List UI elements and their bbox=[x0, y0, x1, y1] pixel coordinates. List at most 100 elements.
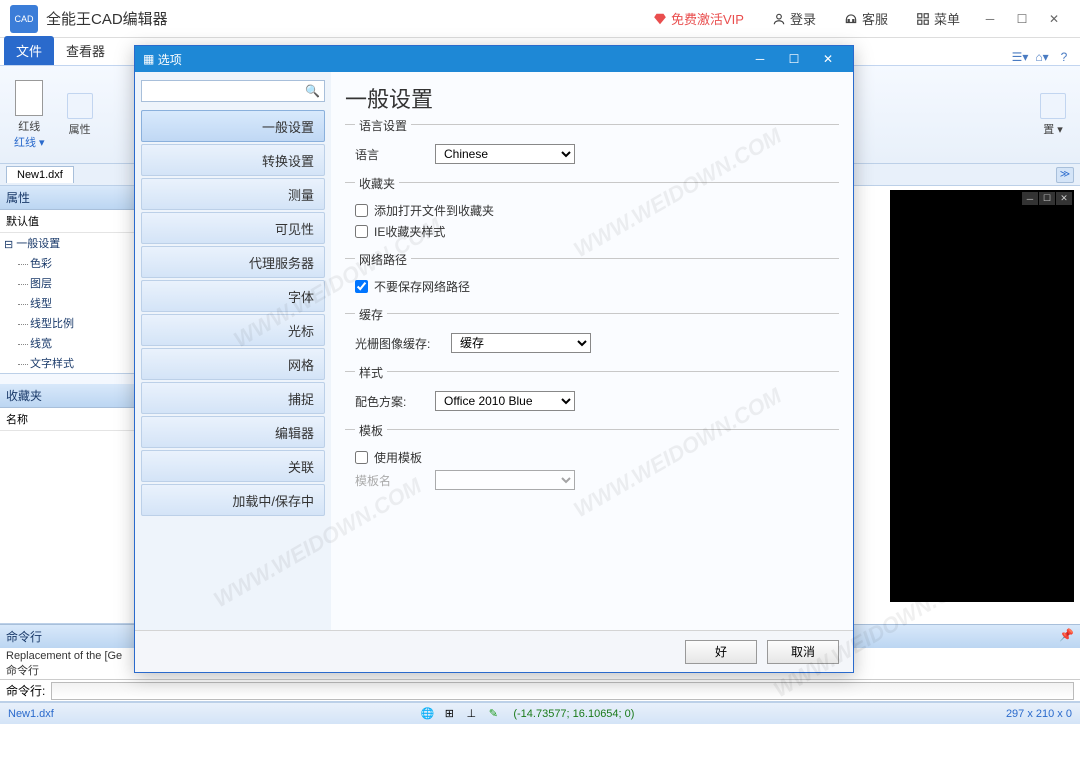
ribbon-group-far[interactable]: 置 ▾ bbox=[1032, 70, 1074, 159]
prop-default[interactable]: 默认值 bbox=[0, 210, 139, 233]
status-bar: New1.dxf 🌐 ⊞ ⊥ ✎ (-14.73577; 16.10654; 0… bbox=[0, 702, 1080, 724]
use-template-checkbox[interactable] bbox=[355, 451, 368, 464]
fieldset-template: 模板 使用模板 模板名 bbox=[345, 429, 839, 504]
nav-general[interactable]: 一般设置 bbox=[141, 110, 325, 142]
colorscheme-select[interactable]: Office 2010 Blue bbox=[435, 391, 575, 411]
commandline-input-row: 命令行: bbox=[0, 680, 1080, 702]
dialog-maximize-button[interactable]: ☐ bbox=[777, 49, 811, 69]
dialog-footer: 好 取消 bbox=[135, 630, 853, 672]
nav-proxy[interactable]: 代理服务器 bbox=[141, 246, 325, 278]
app-logo: CAD bbox=[10, 5, 38, 33]
app-title: 全能王CAD编辑器 bbox=[46, 8, 639, 29]
add-to-favorites-checkbox[interactable] bbox=[355, 204, 368, 217]
commandline-prompt: 命令行: bbox=[6, 682, 45, 699]
nav-loadsave[interactable]: 加载中/保存中 bbox=[141, 484, 325, 516]
document-tab[interactable]: New1.dxf bbox=[6, 166, 74, 183]
close-button[interactable]: ✕ bbox=[1038, 7, 1070, 31]
login-link[interactable]: 登录 bbox=[772, 9, 816, 28]
ribbon-tab-file[interactable]: 文件 bbox=[4, 36, 54, 65]
diamond-icon bbox=[653, 12, 667, 26]
dialog-minimize-button[interactable]: ─ bbox=[743, 49, 777, 69]
status-snap-icon[interactable]: ✎ bbox=[485, 706, 501, 722]
status-ortho-icon[interactable]: ⊥ bbox=[463, 706, 479, 722]
nosave-netpath-checkbox[interactable] bbox=[355, 280, 368, 293]
template-name-label: 模板名 bbox=[355, 472, 435, 489]
status-coords: (-14.73577; 16.10654; 0) bbox=[507, 708, 640, 720]
status-dimensions: 297 x 210 x 0 bbox=[998, 708, 1080, 720]
nav-convert[interactable]: 转换设置 bbox=[141, 144, 325, 176]
menu-link[interactable]: 菜单 bbox=[916, 9, 960, 28]
template-name-select bbox=[435, 470, 575, 490]
favorites-column: 名称 bbox=[0, 408, 139, 431]
fieldset-language: 语言设置 语言 Chinese bbox=[345, 124, 839, 178]
fieldset-cache: 缓存 光栅图像缓存: 缓存 bbox=[345, 313, 839, 367]
search-icon[interactable]: 🔍 bbox=[305, 84, 320, 98]
language-select[interactable]: Chinese bbox=[435, 144, 575, 164]
minimize-button[interactable]: ─ bbox=[974, 7, 1006, 31]
nav-font[interactable]: 字体 bbox=[141, 280, 325, 312]
headset-icon bbox=[844, 12, 858, 26]
options-dialog: ▦ 选项 ─ ☐ ✕ 🔍 一般设置 转换设置 测量 可见性 代理服务器 字体 光… bbox=[134, 45, 854, 673]
nav-assoc[interactable]: 关联 bbox=[141, 450, 325, 482]
dialog-icon: ▦ bbox=[143, 52, 154, 66]
cache-select[interactable]: 缓存 bbox=[451, 333, 591, 353]
grid-icon bbox=[916, 12, 930, 26]
tree-root[interactable]: 一般设置 bbox=[0, 233, 139, 253]
fieldset-favorites: 收藏夹 添加打开文件到收藏夹 IE收藏夹样式 bbox=[345, 182, 839, 254]
tree-item[interactable]: 色彩 bbox=[0, 253, 139, 273]
help-icon[interactable]: ? bbox=[1056, 49, 1072, 65]
tree-item[interactable]: 线型 bbox=[0, 293, 139, 313]
pin-icon[interactable]: 📌 bbox=[1059, 628, 1074, 645]
nav-snap[interactable]: 捕捉 bbox=[141, 382, 325, 414]
colorscheme-label: 配色方案: bbox=[355, 393, 435, 410]
home-icon[interactable]: ⌂▾ bbox=[1034, 49, 1050, 65]
nav-measure[interactable]: 测量 bbox=[141, 178, 325, 210]
tree-item[interactable]: 文字样式 bbox=[0, 353, 139, 373]
activate-vip-link[interactable]: 免费激活VIP bbox=[653, 9, 744, 28]
nav-cursor[interactable]: 光标 bbox=[141, 314, 325, 346]
user-icon bbox=[772, 12, 786, 26]
ribbon-tab-viewer[interactable]: 查看器 bbox=[54, 36, 117, 65]
viewport-max-button[interactable]: ☐ bbox=[1039, 192, 1055, 205]
nav-visibility[interactable]: 可见性 bbox=[141, 212, 325, 244]
ribbon-group-redline[interactable]: 红线 红线 ▾ bbox=[6, 70, 53, 159]
tree-item[interactable]: 图层 bbox=[0, 273, 139, 293]
ok-button[interactable]: 好 bbox=[685, 640, 757, 664]
layer-dropdown-icon[interactable]: ☰▾ bbox=[1012, 49, 1028, 65]
dialog-heading: 一般设置 bbox=[345, 82, 839, 114]
gear-icon bbox=[1040, 93, 1066, 119]
document-icon bbox=[15, 80, 43, 116]
fieldset-style: 样式 配色方案: Office 2010 Blue bbox=[345, 371, 839, 425]
left-panels: 属性 默认值 一般设置 色彩 图层 线型 线型比例 线宽 文字样式 收藏夹 名称 bbox=[0, 186, 140, 624]
viewport-close-button[interactable]: ✕ bbox=[1056, 192, 1072, 205]
viewport-min-button[interactable]: ─ bbox=[1022, 192, 1038, 205]
dialog-close-button[interactable]: ✕ bbox=[811, 49, 845, 69]
dialog-title: 选项 bbox=[158, 51, 743, 68]
drawing-viewport[interactable]: ─ ☐ ✕ bbox=[890, 190, 1074, 602]
support-link[interactable]: 客服 bbox=[844, 9, 888, 28]
ie-favorites-checkbox[interactable] bbox=[355, 225, 368, 238]
rollup-button[interactable]: ≫ bbox=[1056, 167, 1074, 183]
cache-label: 光栅图像缓存: bbox=[355, 335, 451, 352]
tree-item[interactable]: 线宽 bbox=[0, 333, 139, 353]
dialog-search-input[interactable] bbox=[146, 85, 305, 97]
status-globe-icon[interactable]: 🌐 bbox=[419, 706, 435, 722]
maximize-button[interactable]: ☐ bbox=[1006, 7, 1038, 31]
tree-item[interactable]: 线型比例 bbox=[0, 313, 139, 333]
language-label: 语言 bbox=[355, 146, 435, 163]
dialog-content: 一般设置 语言设置 语言 Chinese 收藏夹 添加打开文件到收藏夹 IE收藏… bbox=[331, 72, 853, 630]
favorites-panel-header[interactable]: 收藏夹 bbox=[0, 384, 139, 408]
dialog-titlebar[interactable]: ▦ 选项 ─ ☐ ✕ bbox=[135, 46, 853, 72]
status-grid-icon[interactable]: ⊞ bbox=[441, 706, 457, 722]
ribbon-group-props[interactable]: 属性 bbox=[59, 70, 101, 159]
fieldset-network: 网络路径 不要保存网络路径 bbox=[345, 258, 839, 309]
nav-editor[interactable]: 编辑器 bbox=[141, 416, 325, 448]
dialog-nav: 🔍 一般设置 转换设置 测量 可见性 代理服务器 字体 光标 网格 捕捉 编辑器… bbox=[135, 72, 331, 630]
commandline-input[interactable] bbox=[51, 682, 1074, 700]
app-header: CAD 全能王CAD编辑器 免费激活VIP 登录 客服 菜单 ─ ☐ ✕ bbox=[0, 0, 1080, 38]
status-filename: New1.dxf bbox=[0, 708, 62, 720]
properties-panel-header[interactable]: 属性 bbox=[0, 186, 139, 210]
nav-grid[interactable]: 网格 bbox=[141, 348, 325, 380]
dialog-search[interactable]: 🔍 bbox=[141, 80, 325, 102]
cancel-button[interactable]: 取消 bbox=[767, 640, 839, 664]
